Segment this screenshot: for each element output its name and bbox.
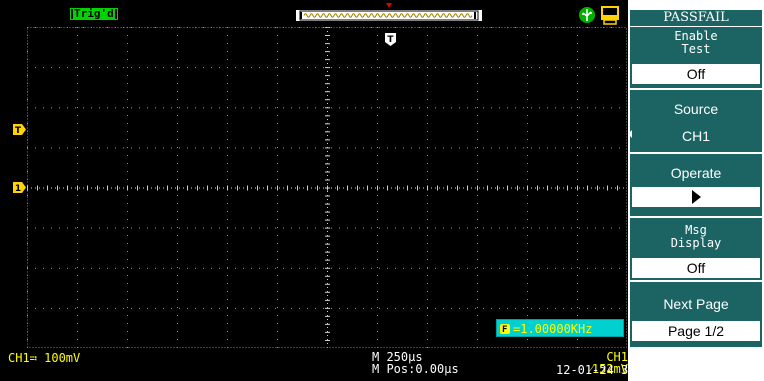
next-page-button[interactable]: Next Page Page 1/2 bbox=[630, 282, 762, 347]
frequency-value: =1.00000KHz bbox=[513, 322, 593, 336]
source-selector-arrow bbox=[628, 130, 632, 138]
timebase: M 250μs M Pos:0.00μs bbox=[372, 351, 459, 375]
usb-icon bbox=[579, 7, 595, 23]
trigger-status-badge: Trig'd bbox=[70, 8, 118, 20]
enable-test-button[interactable]: Enable Test Off bbox=[630, 27, 762, 88]
page-indicator: Page 1/2 bbox=[632, 321, 760, 341]
status-bar: Trig'd bbox=[0, 0, 628, 25]
msg-display-value: Off bbox=[632, 258, 760, 278]
frequency-readout: =1.00000KHz bbox=[496, 319, 624, 339]
enable-test-value: Off bbox=[632, 64, 760, 84]
svg-text:1: 1 bbox=[15, 184, 21, 193]
time-position: M Pos:0.00μs bbox=[372, 362, 459, 376]
trigger-level-marker: T bbox=[13, 124, 26, 135]
trigger-time-marker: T bbox=[385, 33, 396, 46]
source-button[interactable]: Source CH1 bbox=[630, 90, 762, 152]
memory-position-bar bbox=[296, 10, 482, 21]
enable-test-label: Enable Test bbox=[674, 29, 718, 56]
svg-text:T: T bbox=[15, 126, 22, 135]
waveform-grid bbox=[27, 27, 627, 348]
operate-button[interactable]: Operate bbox=[630, 154, 762, 216]
source-label: Source bbox=[673, 101, 719, 117]
next-page-label: Next Page bbox=[663, 296, 729, 312]
msg-display-button[interactable]: Msg Display Off bbox=[630, 218, 762, 280]
trigger-position-marker bbox=[386, 3, 392, 8]
source-value: CH1 bbox=[632, 126, 760, 146]
msg-display-label: Msg Display bbox=[670, 223, 722, 250]
svg-text:T: T bbox=[387, 35, 394, 45]
operate-value bbox=[632, 187, 760, 207]
play-icon bbox=[692, 190, 701, 204]
bottom-status-bar: CH1≕ 100mV M 250μs M Pos:0.00μs CH1 ⁄152… bbox=[0, 349, 672, 381]
printer-icon bbox=[601, 6, 619, 25]
operate-label: Operate bbox=[670, 165, 722, 181]
frequency-icon bbox=[500, 321, 510, 339]
menu-title: PASSFAIL bbox=[630, 10, 762, 26]
ch1-scale: CH1≕ 100mV bbox=[8, 351, 81, 365]
ch1-ground-marker: 1 bbox=[13, 182, 26, 193]
